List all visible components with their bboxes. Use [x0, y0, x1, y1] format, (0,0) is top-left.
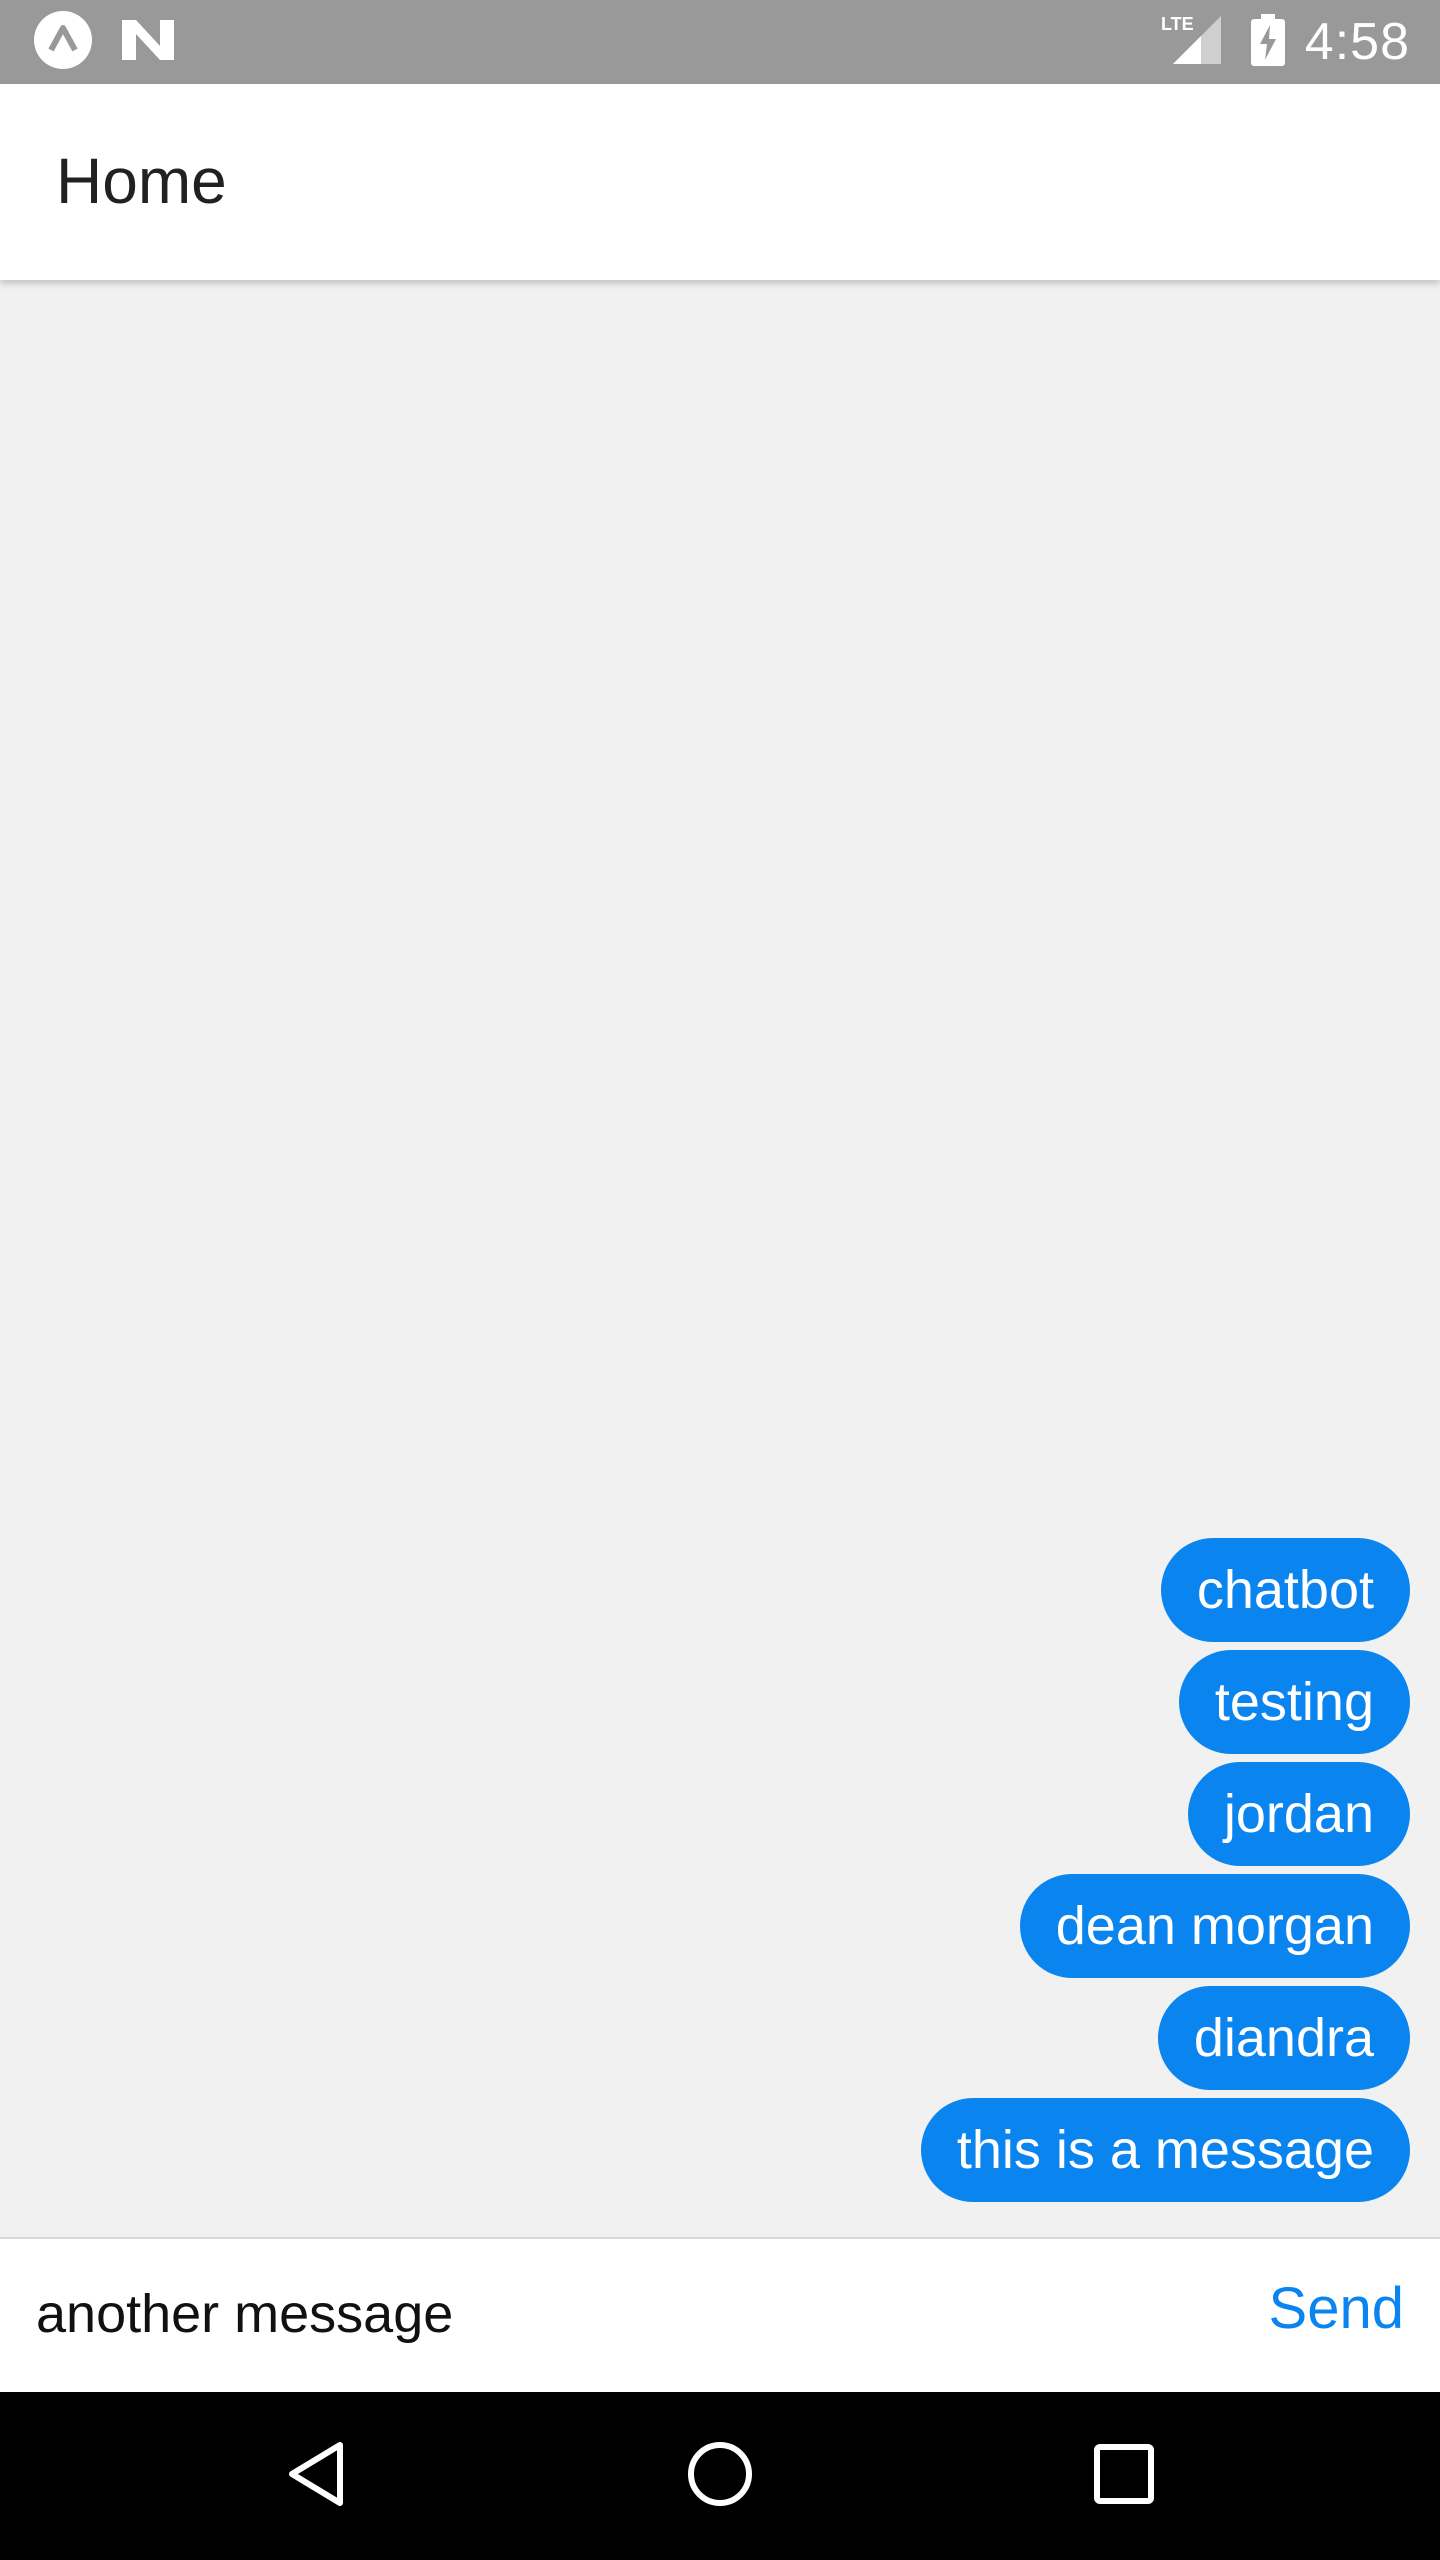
message-bubble[interactable]: diandra: [1157, 1986, 1410, 2090]
message-bubble[interactable]: dean morgan: [1019, 1874, 1410, 1978]
send-button[interactable]: Send: [1269, 2275, 1404, 2342]
recents-icon: [1093, 2443, 1155, 2510]
navigation-bar: [0, 2392, 1440, 2560]
composer: Send: [0, 2237, 1440, 2392]
app-notification-icon: [32, 9, 94, 76]
lte-label: LTE: [1161, 14, 1194, 34]
battery-charging-icon: [1250, 13, 1285, 71]
screen: LTE 4:58 Home chatbot testing jordan dea…: [0, 0, 1440, 2560]
recents-button[interactable]: [1084, 2436, 1164, 2516]
app-bar: Home: [0, 84, 1440, 280]
message-input[interactable]: [36, 2269, 1136, 2359]
clock: 4:58: [1304, 13, 1410, 71]
message-bubble[interactable]: this is a message: [920, 2098, 1410, 2202]
home-icon: [685, 2439, 755, 2514]
n-notification-icon: [120, 16, 176, 69]
message-bubble[interactable]: testing: [1178, 1650, 1410, 1754]
message-list[interactable]: chatbot testing jordan dean morgan diand…: [0, 280, 1440, 2238]
home-button[interactable]: [680, 2436, 760, 2516]
lte-signal-icon: LTE: [1159, 12, 1223, 73]
back-icon: [284, 2439, 348, 2514]
page-title: Home: [56, 145, 227, 217]
back-button[interactable]: [276, 2436, 356, 2516]
status-bar: LTE 4:58: [0, 0, 1440, 84]
message-bubble[interactable]: jordan: [1187, 1762, 1410, 1866]
message-bubble[interactable]: chatbot: [1160, 1538, 1410, 1642]
